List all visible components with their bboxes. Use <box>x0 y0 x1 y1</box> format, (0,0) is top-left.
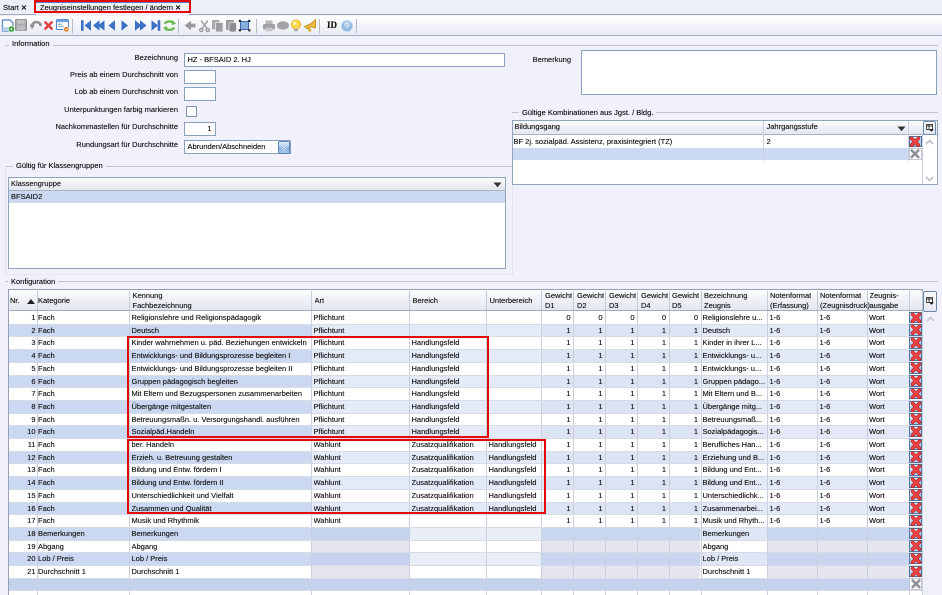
svg-text:?: ? <box>345 21 350 30</box>
